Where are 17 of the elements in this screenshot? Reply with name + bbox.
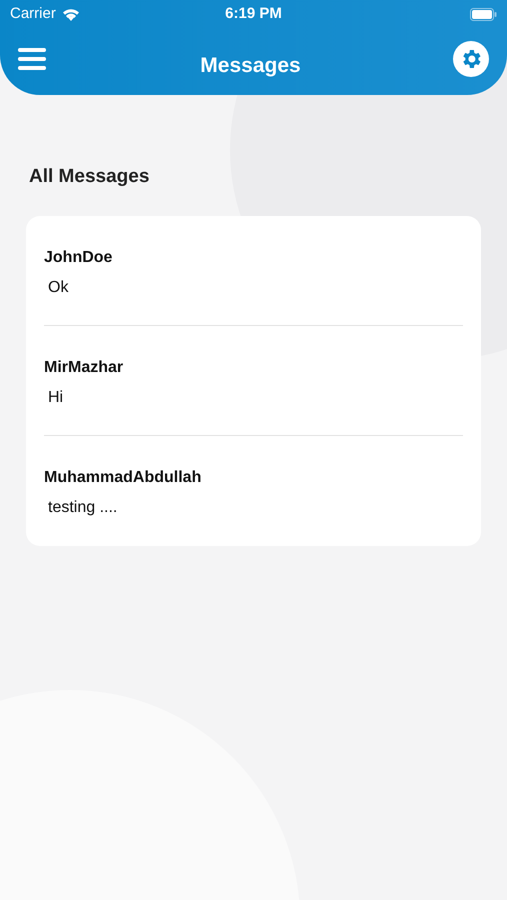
sender-name: JohnDoe <box>44 248 114 268</box>
settings-button[interactable] <box>453 40 489 76</box>
message-preview: Hi <box>48 388 64 408</box>
sender-name: MirMazhar <box>44 358 124 378</box>
battery-icon <box>470 8 497 20</box>
sender-name: MuhammadAbdullah <box>44 468 202 488</box>
message-preview: Ok <box>48 278 70 298</box>
message-item[interactable]: MirMazhar Hi <box>44 326 463 436</box>
menu-button[interactable] <box>18 46 48 72</box>
wifi-icon <box>62 8 80 20</box>
carrier-name: Carrier <box>10 4 56 24</box>
message-preview: testing .... <box>48 498 118 518</box>
status-time: 6:19 PM <box>225 4 282 24</box>
message-item[interactable]: JohnDoe Ok <box>44 216 463 326</box>
message-item[interactable]: MuhammadAbdullah testing .... <box>44 436 463 546</box>
header-title: Messages <box>200 52 301 79</box>
section-title: All Messages <box>29 165 150 189</box>
